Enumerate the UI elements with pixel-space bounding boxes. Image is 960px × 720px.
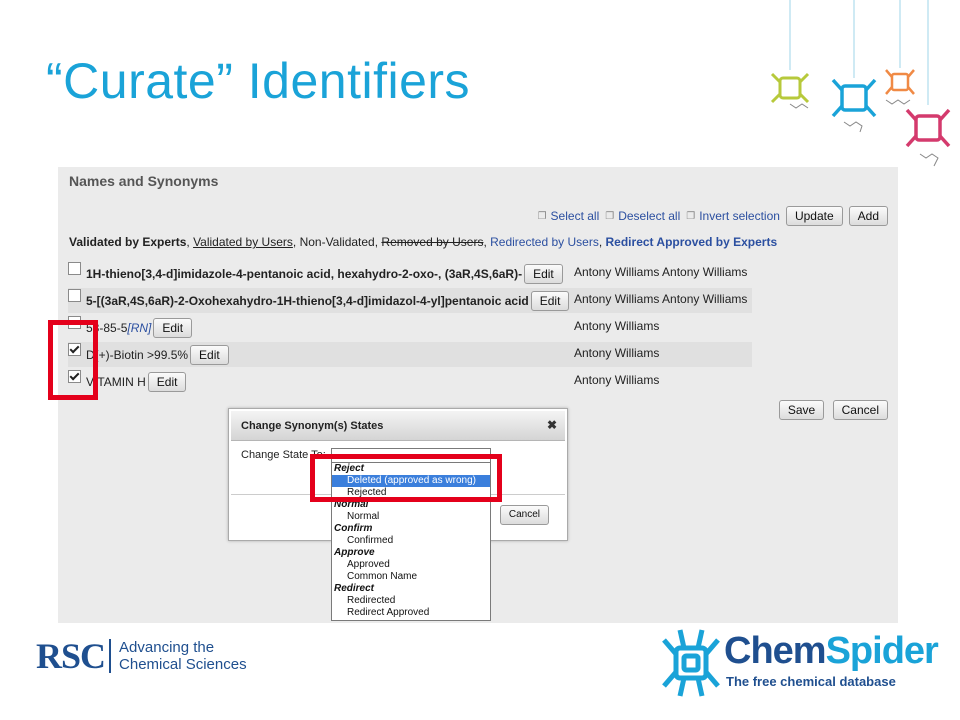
edit-button[interactable]: Edit (530, 290, 570, 311)
synonym-row: D(+)-Biotin >99.5% Edit Antony Williams (68, 342, 752, 367)
rsc-tagline: Advancing the Chemical Sciences (119, 639, 247, 673)
add-button[interactable]: Add (848, 206, 888, 226)
option-group-redirect: Redirect (334, 583, 375, 594)
legend-redirect-approved: Redirect Approved by Experts (605, 235, 778, 249)
synonym-users: Antony Williams (574, 373, 660, 387)
synonym-users: Antony Williams Antony Williams (574, 265, 748, 279)
synonym-name: 1H-thieno[3,4-d]imidazole-4-pentanoic ac… (86, 266, 523, 281)
edit-button[interactable]: Edit (153, 317, 193, 338)
chemspider-decoration (770, 0, 951, 167)
select-all-icon: ❐ (537, 210, 547, 222)
legend-validated-users: Validated by Users (193, 235, 293, 249)
save-cancel-bar: Save Cancel (775, 400, 888, 420)
synonym-row: 5-[(3aR,4S,6aR)-2-Oxohexahydro-1H-thieno… (68, 288, 752, 313)
synonym-name: 5-[(3aR,4S,6aR)-2-Oxohexahydro-1H-thieno… (86, 293, 529, 308)
spider-icon-magenta (905, 108, 951, 148)
checkbox-highlight-box (48, 320, 98, 400)
legend-redirected-users: Redirected by Users (490, 235, 599, 249)
save-button[interactable]: Save (778, 400, 825, 420)
update-button[interactable]: Update (785, 206, 843, 226)
dialog-header: Change Synonym(s) States ✖ (231, 411, 565, 441)
dialog-title: Change Synonym(s) States (241, 419, 384, 432)
synonym-row: 58-85-5[RN] Edit Antony Williams (68, 315, 752, 340)
rsc-mark: RSC (36, 636, 106, 676)
synonym-row: VITAMIN H Edit Antony Williams (68, 369, 752, 394)
edit-button[interactable]: Edit (524, 263, 563, 284)
names-synonyms-panel: Names and Synonyms ❐ Select all ❐ Deselect… (58, 167, 898, 623)
deselect-all-link[interactable]: ❐ Deselect all (605, 209, 680, 223)
spider-icon-blue (831, 78, 877, 118)
synonym-users: Antony Williams Antony Williams (574, 292, 748, 306)
chemspider-logo: ChemSpider The free chemical database (660, 622, 939, 708)
chemspider-wordmark: ChemSpider (724, 630, 939, 672)
option-highlight-box (310, 454, 502, 502)
validation-legend: Validated by Experts, Validated by Users… (69, 235, 778, 249)
option-redirected[interactable]: Redirected (332, 595, 490, 607)
synonym-checkbox[interactable] (68, 289, 81, 302)
option-group-approve: Approve (334, 547, 375, 558)
option-normal[interactable]: Normal (332, 511, 490, 523)
registry-number-tag[interactable]: [RN] (127, 321, 151, 335)
legend-removed-users: Removed by Users (381, 235, 484, 249)
select-all-link[interactable]: ❐ Select all (538, 209, 600, 223)
legend-validated-experts: Validated by Experts (69, 235, 187, 249)
option-approved[interactable]: Approved (332, 559, 490, 571)
invert-selection-icon: ❐ (686, 210, 696, 222)
dialog-cancel-button[interactable]: Cancel (499, 505, 549, 525)
synonym-checkbox[interactable] (68, 262, 81, 275)
close-icon[interactable]: ✖ (547, 418, 557, 432)
rsc-logo: RSC Advancing the Chemical Sciences (36, 635, 247, 677)
option-common-name[interactable]: Common Name (332, 571, 490, 583)
option-confirmed[interactable]: Confirmed (332, 535, 490, 547)
spider-icon-orange (885, 69, 915, 95)
slide-title: “Curate” Identifiers (46, 53, 471, 109)
chemspider-spider-icon (662, 629, 720, 697)
panel-title: Names and Synonyms (69, 173, 219, 189)
option-group-confirm: Confirm (334, 523, 373, 534)
synonym-name: D(+)-Biotin >99.5% (86, 347, 189, 362)
edit-button[interactable]: Edit (190, 344, 229, 365)
rsc-divider (109, 639, 112, 673)
invert-selection-link[interactable]: ❐ Invert selection (686, 209, 780, 223)
synonym-users: Antony Williams (574, 346, 660, 360)
selection-toolbar: ❐ Select all ❐ Deselect all ❐ Invert select… (532, 206, 888, 226)
option-redirect-approved[interactable]: Redirect Approved (332, 607, 490, 619)
deselect-all-icon: ❐ (605, 210, 615, 222)
spider-icon-lime (770, 72, 810, 104)
edit-button[interactable]: Edit (147, 371, 187, 392)
cancel-button[interactable]: Cancel (832, 400, 888, 420)
legend-non-validated: Non-Validated (299, 235, 375, 249)
synonym-users: Antony Williams (574, 319, 660, 333)
dialog-buttons: Cancel (499, 504, 549, 525)
synonym-row: 1H-thieno[3,4-d]imidazole-4-pentanoic ac… (68, 261, 752, 286)
chemspider-tagline: The free chemical database (726, 674, 896, 689)
